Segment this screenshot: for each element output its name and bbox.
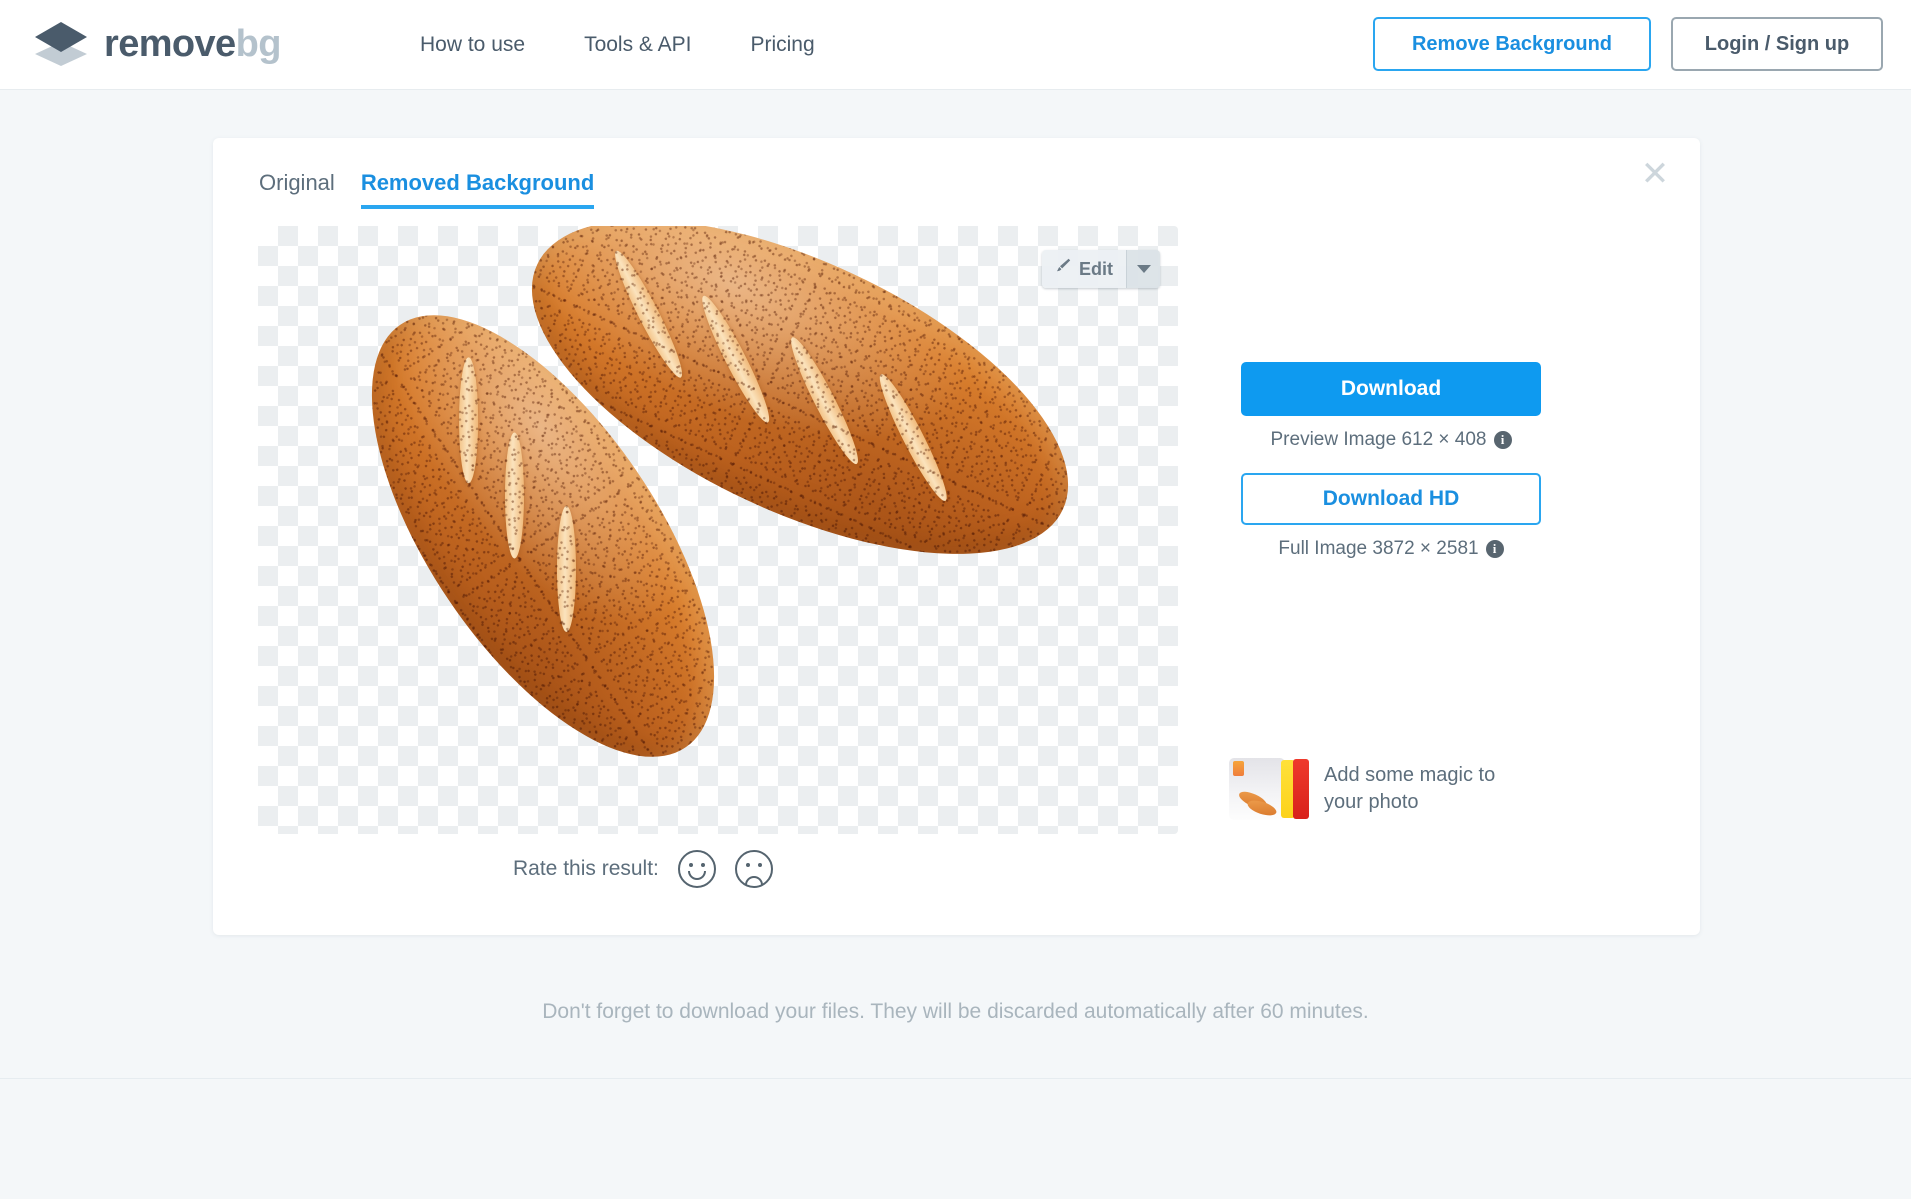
download-button[interactable]: Download <box>1241 362 1541 416</box>
remove-background-button[interactable]: Remove Background <box>1373 17 1651 71</box>
bread-slash <box>872 369 955 506</box>
stacked-layers-icon <box>32 18 90 70</box>
eye-right <box>757 863 762 867</box>
add-magic-promo[interactable]: Add some magic to your photo <box>1229 758 1534 820</box>
thumbnail-main-photo <box>1229 758 1285 820</box>
paintbrush-icon <box>1053 257 1072 281</box>
result-tabs: Original Removed Background <box>259 170 595 209</box>
edit-dropdown-button[interactable] <box>1127 250 1160 288</box>
header-actions: Remove Background Login / Sign up <box>1373 17 1883 71</box>
login-signup-button[interactable]: Login / Sign up <box>1671 17 1883 71</box>
photo-effects-thumbnail <box>1229 758 1309 820</box>
thumbnail-badge <box>1233 761 1244 776</box>
info-icon[interactable]: i <box>1493 431 1512 449</box>
download-panel: Download Preview Image 612 × 408 i Downl… <box>1241 362 1541 560</box>
bread-slash <box>459 357 479 484</box>
bread-slash <box>783 332 866 469</box>
full-image-size-note: Full Image 3872 × 2581 i <box>1241 538 1541 560</box>
bread-slash <box>556 506 576 633</box>
discard-notice: Don't forget to download your files. The… <box>542 1000 1369 1023</box>
preview-image-size-note: Preview Image 612 × 408 i <box>1241 429 1541 451</box>
edit-button[interactable]: Edit <box>1042 250 1127 288</box>
result-card: ✕ Original Removed Background Edit Rate … <box>213 138 1700 935</box>
site-header: removebg How to use Tools & API Pricing … <box>0 0 1911 90</box>
eye-left <box>688 863 693 867</box>
bread-slash <box>607 246 690 382</box>
nav-item-pricing[interactable]: Pricing <box>750 33 814 57</box>
rate-result-label: Rate this result: <box>513 857 659 880</box>
thumbnail-red-swatch <box>1293 759 1309 819</box>
close-icon[interactable]: ✕ <box>1632 152 1678 198</box>
smiley-face-icon[interactable] <box>677 850 716 888</box>
bread-slash <box>694 291 777 428</box>
nav-item-tools-api[interactable]: Tools & API <box>584 33 691 57</box>
tab-removed-background[interactable]: Removed Background <box>360 170 595 209</box>
preview-image-size-text: Preview Image 612 × 408 <box>1270 429 1487 450</box>
main-nav: How to use Tools & API Pricing <box>420 0 815 90</box>
rate-result-row: Rate this result: <box>513 850 773 888</box>
edit-button-group: Edit <box>1042 250 1160 288</box>
thumbnail-bread <box>1245 797 1279 819</box>
download-hd-button[interactable]: Download HD <box>1241 473 1541 525</box>
result-image-canvas[interactable]: Edit <box>258 226 1178 834</box>
full-image-size-text: Full Image 3872 × 2581 <box>1278 538 1479 559</box>
logo-text-secondary: bg <box>235 23 282 65</box>
mouth-smile <box>687 871 706 880</box>
mouth-frown <box>744 876 763 885</box>
footer-divider <box>0 1078 1911 1079</box>
logo-text-primary: remove <box>104 23 236 65</box>
info-icon[interactable]: i <box>1485 540 1504 558</box>
tab-original[interactable]: Original <box>259 170 335 209</box>
logo-text: removebg <box>104 25 281 63</box>
bread-image <box>258 226 1178 834</box>
edit-button-label: Edit <box>1079 258 1113 279</box>
logo[interactable]: removebg <box>32 12 281 76</box>
frowny-face-icon[interactable] <box>734 850 773 888</box>
nav-item-how-to-use[interactable]: How to use <box>420 33 525 57</box>
chevron-down-icon <box>1136 265 1151 273</box>
bread-slash <box>504 432 524 559</box>
eye-left <box>745 863 750 867</box>
add-magic-label: Add some magic to your photo <box>1324 764 1496 813</box>
eye-right <box>700 863 705 867</box>
